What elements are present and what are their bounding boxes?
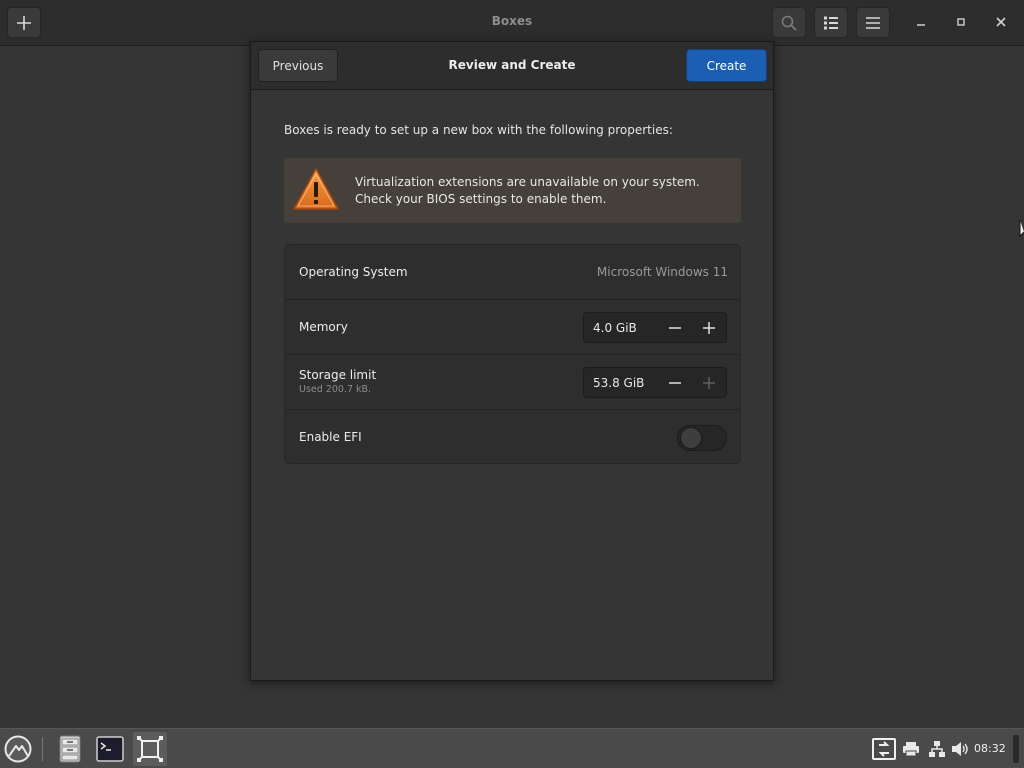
close-button[interactable]: [989, 10, 1013, 34]
efi-label: Enable EFI: [299, 430, 362, 444]
menu-icon: [866, 16, 880, 29]
efi-row: Enable EFI: [285, 410, 740, 463]
efi-switch[interactable]: [677, 425, 727, 451]
close-icon: [996, 17, 1006, 27]
minus-icon: [668, 381, 681, 384]
search-icon: [781, 15, 797, 31]
app-menu-icon: [4, 735, 32, 763]
efi-switch-knob: [680, 427, 702, 449]
os-value: Microsoft Windows 11: [596, 265, 728, 279]
memory-decrease-button[interactable]: [657, 313, 692, 342]
properties-list: Operating System Microsoft Windows 11 Me…: [284, 244, 741, 464]
show-desktop-button[interactable]: [1013, 735, 1019, 763]
memory-label: Memory: [299, 320, 348, 334]
storage-value[interactable]: 53.8 GiB: [593, 376, 644, 390]
taskbar: 08:32: [0, 728, 1024, 768]
display-switch-icon: [872, 738, 896, 760]
terminal-launcher[interactable]: [93, 732, 127, 766]
network-tray[interactable]: [927, 739, 947, 759]
volume-tray[interactable]: [950, 739, 970, 759]
plus-icon: [702, 321, 715, 334]
warning-line-1: Virtualization extensions are unavailabl…: [355, 175, 700, 189]
minimize-button[interactable]: [909, 10, 933, 34]
maximize-icon: [957, 18, 965, 26]
memory-row: Memory 4.0 GiB: [285, 300, 740, 355]
storage-label: Storage limit: [299, 368, 377, 382]
create-button[interactable]: Create: [686, 49, 767, 82]
dialog-header: Previous Review and Create Create: [251, 42, 773, 90]
mouse-cursor-icon: [1019, 220, 1024, 238]
app-menu-button[interactable]: [1, 732, 35, 766]
review-create-dialog: Previous Review and Create Create Boxes …: [250, 41, 774, 681]
network-icon: [929, 741, 945, 757]
volume-icon: [952, 742, 968, 756]
list-view-icon: [824, 16, 838, 29]
view-toggle-button[interactable]: [814, 7, 848, 38]
warning-banner: Virtualization extensions are unavailabl…: [284, 158, 741, 223]
plus-icon: [702, 376, 715, 389]
os-row: Operating System Microsoft Windows 11: [285, 245, 740, 300]
file-manager-launcher[interactable]: [53, 732, 87, 766]
warning-icon: [293, 168, 339, 210]
storage-row: Storage limit Used 200.7 kB. 53.8 GiB: [285, 355, 740, 410]
memory-spinbutton[interactable]: 4.0 GiB: [583, 312, 727, 343]
header-bar: Boxes: [0, 0, 1024, 46]
display-switch-tray[interactable]: [871, 736, 897, 762]
boxes-icon: [137, 736, 163, 762]
memory-increase-button[interactable]: [691, 313, 726, 342]
os-label: Operating System: [299, 265, 408, 279]
storage-increase-button[interactable]: [691, 368, 726, 397]
minus-icon: [668, 326, 681, 329]
search-button[interactable]: [772, 7, 806, 38]
terminal-icon: [96, 736, 124, 762]
minimize-icon: [917, 24, 925, 26]
warning-line-2: Check your BIOS settings to enable them.: [355, 192, 607, 206]
memory-value[interactable]: 4.0 GiB: [593, 321, 637, 335]
main-menu-button[interactable]: [856, 7, 890, 38]
taskbar-separator: [42, 737, 43, 761]
intro-text: Boxes is ready to set up a new box with …: [284, 123, 673, 137]
boxes-taskbar-item[interactable]: [133, 732, 167, 766]
storage-used-text: Used 200.7 kB.: [299, 384, 372, 395]
printer-tray[interactable]: [901, 739, 921, 759]
file-manager-icon: [59, 735, 81, 763]
storage-decrease-button[interactable]: [657, 368, 692, 397]
storage-spinbutton[interactable]: 53.8 GiB: [583, 367, 727, 398]
maximize-button[interactable]: [949, 10, 973, 34]
clock[interactable]: 08:32: [974, 742, 1006, 755]
printer-icon: [903, 742, 919, 757]
